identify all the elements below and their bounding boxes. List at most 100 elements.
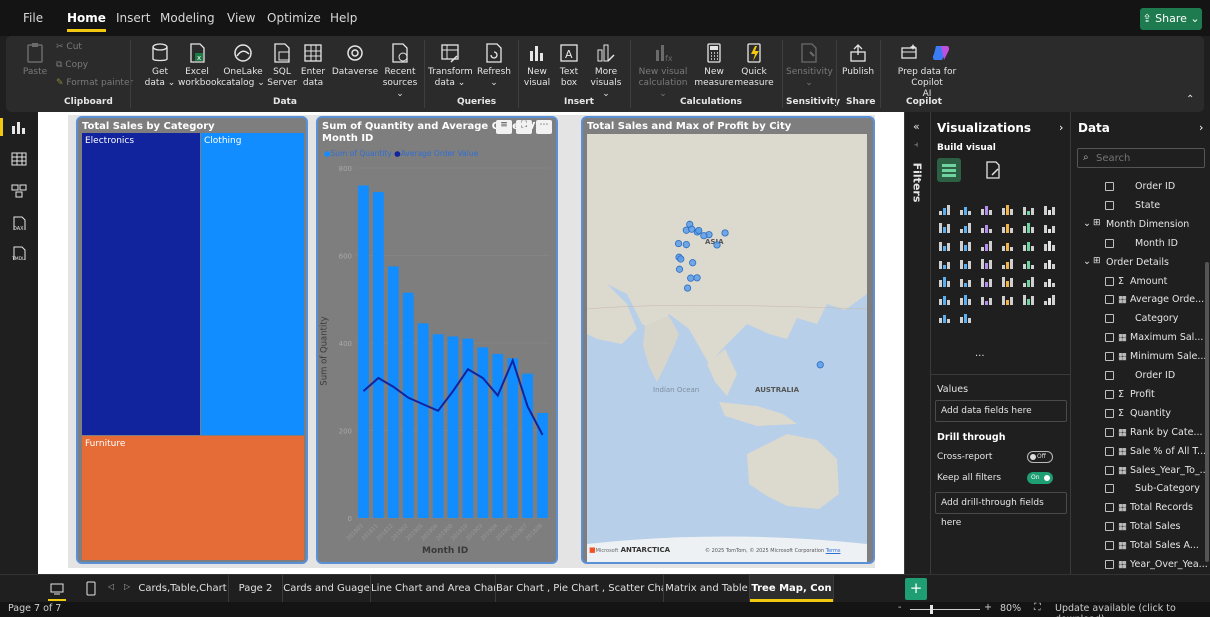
field-checkbox[interactable] <box>1105 238 1114 248</box>
stacked-bar-visual-icon[interactable] <box>939 205 950 215</box>
field-checkbox[interactable] <box>1105 560 1114 569</box>
new-measure-button[interactable]: New measure <box>694 42 734 89</box>
field-item[interactable]: Order ID <box>1071 178 1210 196</box>
copy-button[interactable]: ⧉ Copy <box>56 60 88 70</box>
slicer-visual-icon[interactable] <box>981 278 992 287</box>
menu-insert[interactable]: Insert <box>116 11 150 25</box>
menu-file[interactable]: File <box>23 11 43 25</box>
page-tab[interactable]: Tree Map, Con <box>750 575 834 602</box>
narrative-visual-icon[interactable] <box>1023 295 1034 305</box>
more-visuals-button[interactable]: More visuals ⌄ <box>588 42 624 100</box>
menu-optimize[interactable]: Optimize <box>267 11 321 25</box>
power-apps-visual-icon[interactable] <box>960 314 971 323</box>
column-100-visual-icon[interactable] <box>1044 206 1055 215</box>
stacked-area-visual-icon[interactable] <box>981 225 992 233</box>
map-point[interactable] <box>674 239 683 248</box>
clustered-bar-visual-icon[interactable] <box>1002 205 1013 215</box>
combo-chart-visual[interactable]: Sum of Quantity and Average Order V Mont… <box>316 116 558 564</box>
bar-100-visual-icon[interactable] <box>1023 207 1034 215</box>
bar-quantity[interactable] <box>477 347 489 518</box>
field-item[interactable]: Σ Profit <box>1071 386 1210 404</box>
field-checkbox[interactable] <box>1105 371 1114 380</box>
refresh-button[interactable]: Refresh ⌄ <box>476 42 512 89</box>
data-pane-scrollbar[interactable] <box>1205 262 1209 562</box>
sensitivity-button[interactable]: Sensitivity ⌄ <box>786 42 833 89</box>
get-data-button[interactable]: Get data ⌄ <box>144 42 176 89</box>
bar-quantity[interactable] <box>402 292 414 518</box>
bar-quantity[interactable] <box>358 185 369 519</box>
qa-visual-icon[interactable] <box>1002 296 1013 305</box>
map-visual[interactable]: Total Sales and Max of Profit by City AS… <box>581 116 875 564</box>
share-button[interactable]: ⇪ Share ⌄ <box>1140 8 1202 30</box>
pie-visual-icon[interactable] <box>1023 242 1034 251</box>
map-point[interactable] <box>683 284 692 292</box>
field-checkbox[interactable] <box>1105 295 1114 305</box>
format-painter-button[interactable]: ✎ Format painter <box>56 78 133 88</box>
field-checkbox[interactable] <box>1105 408 1114 418</box>
map-point[interactable] <box>677 255 685 263</box>
more-options-icon[interactable]: ⋯ <box>536 120 552 134</box>
matrix-visual-icon[interactable] <box>1023 277 1034 287</box>
map-point[interactable] <box>682 240 690 249</box>
zoom-out-button[interactable]: - <box>898 602 901 613</box>
tmdl-view-icon[interactable]: TMDL <box>11 246 27 260</box>
field-table[interactable]: ⌄ ⊞ Order Details <box>1071 254 1210 272</box>
mobile-layout-icon[interactable] <box>86 581 96 597</box>
paste-button[interactable]: Paste <box>22 42 48 78</box>
page-tab[interactable]: Bar Chart , Pie Chart , Scatter Chart <box>496 575 664 602</box>
map-point[interactable] <box>689 259 697 267</box>
field-checkbox[interactable] <box>1105 446 1114 456</box>
recent-sources-button[interactable]: Recent sources ⌄ <box>380 42 420 100</box>
field-item[interactable]: ▦ Total Sales A... <box>1071 537 1210 555</box>
field-checkbox[interactable] <box>1105 276 1114 286</box>
field-checkbox[interactable] <box>1105 503 1114 513</box>
field-checkbox[interactable] <box>1105 182 1114 191</box>
quick-measure-button[interactable]: Quick measure <box>734 42 774 89</box>
waterfall-visual-icon[interactable] <box>1023 223 1034 233</box>
bar-quantity[interactable] <box>387 266 399 518</box>
menu-home[interactable]: Home <box>67 11 106 32</box>
chevron-down-icon[interactable]: ⌄ <box>1083 256 1091 267</box>
text-box-button[interactable]: A Text box <box>554 42 584 89</box>
filled-map-visual-icon[interactable] <box>981 259 992 269</box>
field-table[interactable]: ⌄ ⊞ Month Dimension <box>1071 216 1210 234</box>
field-item[interactable]: ▦ Year_Over_Yea... <box>1071 556 1210 574</box>
bar-quantity[interactable] <box>417 323 429 518</box>
field-checkbox[interactable] <box>1105 484 1114 494</box>
treemap-visual[interactable]: Total Sales by Category Electronics Clot… <box>76 116 308 564</box>
scroll-left-icon[interactable]: ◁ <box>108 582 114 591</box>
line-clustered-visual-icon[interactable] <box>960 241 971 251</box>
field-item[interactable]: Sub-Category <box>1071 480 1210 498</box>
treemap-tile-clothing[interactable]: Clothing <box>201 133 304 435</box>
new-visual-calculation-button[interactable]: fx New visual calculation ⌄ <box>634 42 692 100</box>
bar-quantity[interactable] <box>492 353 504 518</box>
card-visual-icon[interactable] <box>1044 260 1055 269</box>
kpi-visual-icon[interactable] <box>960 279 971 287</box>
map-point[interactable] <box>693 274 701 282</box>
onelake-catalog-button[interactable]: OneLake catalog ⌄ <box>220 42 266 89</box>
collapse-ribbon-icon[interactable]: ⌃ <box>1186 94 1194 105</box>
page-tab[interactable]: Matrix and Table <box>664 575 750 602</box>
focus-mode-icon[interactable]: ⛶ <box>516 120 532 134</box>
field-item[interactable]: ▦ Rank by Cate... <box>1071 424 1210 442</box>
transform-data-button[interactable]: Transform data ⌄ <box>428 42 473 89</box>
keep-filters-toggle[interactable]: On <box>1027 472 1053 484</box>
field-checkbox[interactable] <box>1105 200 1114 210</box>
field-item[interactable]: ▦ Total Sales <box>1071 518 1210 536</box>
zoom-in-button[interactable]: + <box>984 602 992 613</box>
multi-card-visual-icon[interactable] <box>939 277 950 287</box>
sql-server-button[interactable]: SQL Server <box>266 42 298 89</box>
map-point[interactable] <box>721 229 729 237</box>
map-visual-icon[interactable] <box>960 260 971 269</box>
collapse-panes-icon[interactable]: « <box>913 120 920 133</box>
field-item[interactable]: Σ Quantity <box>1071 405 1210 423</box>
field-item[interactable]: ▦ Maximum Sal... <box>1071 329 1210 347</box>
data-search-box[interactable]: ⌕ <box>1077 148 1205 168</box>
bar-quantity[interactable] <box>507 358 519 518</box>
prep-data-copilot-button[interactable]: Prep data for Copilot AI <box>884 42 970 100</box>
zoom-slider[interactable] <box>910 609 980 610</box>
map-point[interactable] <box>695 226 703 235</box>
filters-label[interactable]: Filters <box>910 163 923 203</box>
bar-quantity[interactable] <box>373 192 384 518</box>
menu-modeling[interactable]: Modeling <box>160 11 215 25</box>
